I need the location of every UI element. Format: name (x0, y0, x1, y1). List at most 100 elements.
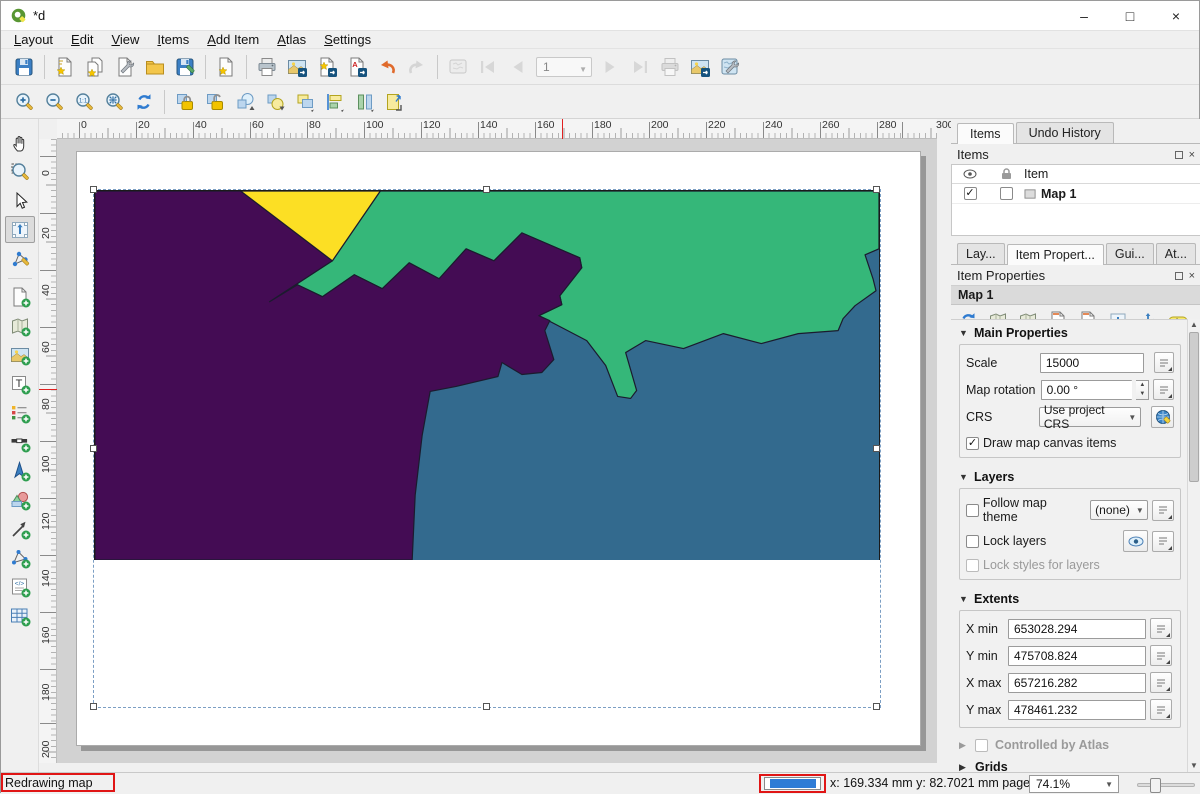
export-as-pdf-button[interactable]: A (342, 52, 372, 82)
menu-view[interactable]: View (102, 31, 148, 48)
raise-selected-items-button[interactable] (230, 87, 260, 117)
export-as-svg-button[interactable] (312, 52, 342, 82)
visibility-checkbox[interactable]: ✓ (964, 187, 977, 200)
scale-input[interactable]: 15000 (1040, 353, 1144, 373)
section-extents[interactable]: ▼Extents (951, 586, 1187, 610)
export-atlas-image-button[interactable] (685, 52, 715, 82)
menu-atlas[interactable]: Atlas (268, 31, 315, 48)
export-as-image-button[interactable] (282, 52, 312, 82)
refresh-view-button[interactable] (129, 87, 159, 117)
unlock-all-items-button[interactable] (200, 87, 230, 117)
layout-manager-button[interactable] (110, 52, 140, 82)
extent-input[interactable]: 478461.232 (1008, 700, 1146, 720)
scroll-down-arrow[interactable]: ▼ (1188, 760, 1200, 772)
lock-selected-items-button[interactable] (170, 87, 200, 117)
tab-lay-[interactable]: Lay... (957, 243, 1005, 264)
select-crs-button[interactable] (1151, 406, 1174, 428)
atlas-page-combo[interactable]: 1▼ (536, 57, 592, 77)
save-project-button[interactable] (9, 52, 39, 82)
add-picture-button[interactable] (5, 341, 35, 368)
section-layers[interactable]: ▼Layers (951, 464, 1187, 488)
extent-input[interactable]: 657216.282 (1008, 673, 1146, 693)
resize-handle[interactable] (873, 186, 880, 193)
resize-handle[interactable] (90, 703, 97, 710)
resize-handle[interactable] (90, 445, 97, 452)
print-layout-button[interactable] (252, 52, 282, 82)
zoom-in-button[interactable] (9, 87, 39, 117)
resize-handle[interactable] (483, 703, 490, 710)
map-rotation-input[interactable]: 0.00 ° (1041, 380, 1133, 400)
tab-item-propert-[interactable]: Item Propert... (1007, 244, 1104, 265)
extent-override-button[interactable] (1150, 645, 1172, 666)
close-panel-icon[interactable]: × (1189, 151, 1195, 159)
zoom-out-button[interactable] (39, 87, 69, 117)
edit-nodes-item-button[interactable] (5, 245, 35, 272)
menu-items[interactable]: Items (148, 31, 198, 48)
extent-input[interactable]: 475708.824 (1008, 646, 1146, 666)
zoom-slider-handle[interactable] (1150, 778, 1161, 793)
draw-map-canvas-items-checkbox[interactable]: ✓ (966, 437, 979, 450)
extent-override-button[interactable] (1150, 618, 1172, 639)
extent-input[interactable]: 653028.294 (1008, 619, 1146, 639)
map-theme-dropdown[interactable]: (none)▼ (1090, 500, 1148, 520)
scrollbar-thumb[interactable] (1189, 332, 1199, 482)
add-shape-button[interactable] (5, 486, 35, 513)
add-node-item-button[interactable] (5, 544, 35, 571)
lock-layers-checkbox[interactable] (966, 535, 979, 548)
maximize-button[interactable]: □ (1107, 1, 1153, 31)
add-items-from-template-button[interactable] (140, 52, 170, 82)
save-as-template-button[interactable] (170, 52, 200, 82)
section-controlled-by-atlas[interactable]: ▶Controlled by Atlas (951, 734, 1187, 756)
atlas-settings-button[interactable] (715, 52, 745, 82)
select-move-item-button[interactable] (5, 187, 35, 214)
add-map-button[interactable] (5, 283, 35, 310)
zoom-full-button[interactable] (99, 87, 129, 117)
extent-override-button[interactable] (1150, 699, 1172, 720)
add-north-arrow-button[interactable] (5, 457, 35, 484)
resize-items-button[interactable] (380, 87, 410, 117)
minimize-button[interactable]: – (1061, 1, 1107, 31)
follow-map-theme-checkbox[interactable] (966, 504, 979, 517)
undo-button[interactable] (372, 52, 402, 82)
lock-checkbox[interactable] (1000, 187, 1013, 200)
new-layout-button[interactable] (50, 52, 80, 82)
visibility-presets-button[interactable] (1123, 530, 1148, 552)
resize-handle[interactable] (90, 186, 97, 193)
lower-selected-items-button[interactable] (260, 87, 290, 117)
rotation-spinner[interactable]: ▲▼ (1136, 380, 1149, 400)
add-attribute-table-button[interactable] (5, 602, 35, 629)
move-item-content-button[interactable] (5, 216, 35, 243)
pan-tool-button[interactable] (5, 129, 35, 156)
duplicate-layout-button[interactable] (80, 52, 110, 82)
add-3d-map-button[interactable] (5, 312, 35, 339)
resize-handle[interactable] (873, 703, 880, 710)
close-panel-icon[interactable]: × (1189, 272, 1195, 280)
page-1[interactable] (76, 151, 921, 746)
scale-override-button[interactable] (1154, 352, 1174, 373)
section-grids[interactable]: ▶Grids (951, 756, 1187, 772)
zoom-tool-button[interactable] (5, 158, 35, 185)
tab-gui-[interactable]: Gui... (1106, 243, 1154, 264)
align-items-button[interactable] (320, 87, 350, 117)
add-pages-button[interactable] (211, 52, 241, 82)
zoom-level-combo[interactable]: 74.1%▼ (1029, 775, 1119, 793)
add-html-button[interactable]: </> (5, 573, 35, 600)
section-main-properties[interactable]: ▼Main Properties (951, 320, 1187, 344)
extent-override-button[interactable] (1150, 672, 1172, 693)
panel-scrollbar[interactable]: ▲ ▼ (1187, 319, 1200, 772)
menu-settings[interactable]: Settings (315, 31, 380, 48)
zoom-slider[interactable] (1137, 783, 1195, 787)
resize-handle[interactable] (483, 186, 490, 193)
add-scalebar-button[interactable] (5, 428, 35, 455)
add-arrow-button[interactable] (5, 515, 35, 542)
map-item[interactable] (94, 190, 880, 707)
close-button[interactable]: × (1153, 1, 1199, 31)
add-label-button[interactable]: T (5, 370, 35, 397)
items-list-row-map1[interactable]: ✓ Map 1 (952, 184, 1200, 204)
distribute-items-button[interactable] (350, 87, 380, 117)
tab-undo-history[interactable]: Undo History (1016, 122, 1114, 143)
float-panel-icon[interactable] (1175, 151, 1183, 159)
tab-at-[interactable]: At... (1156, 243, 1196, 264)
lock-layers-override-button[interactable] (1152, 531, 1174, 552)
resize-handle[interactable] (873, 445, 880, 452)
